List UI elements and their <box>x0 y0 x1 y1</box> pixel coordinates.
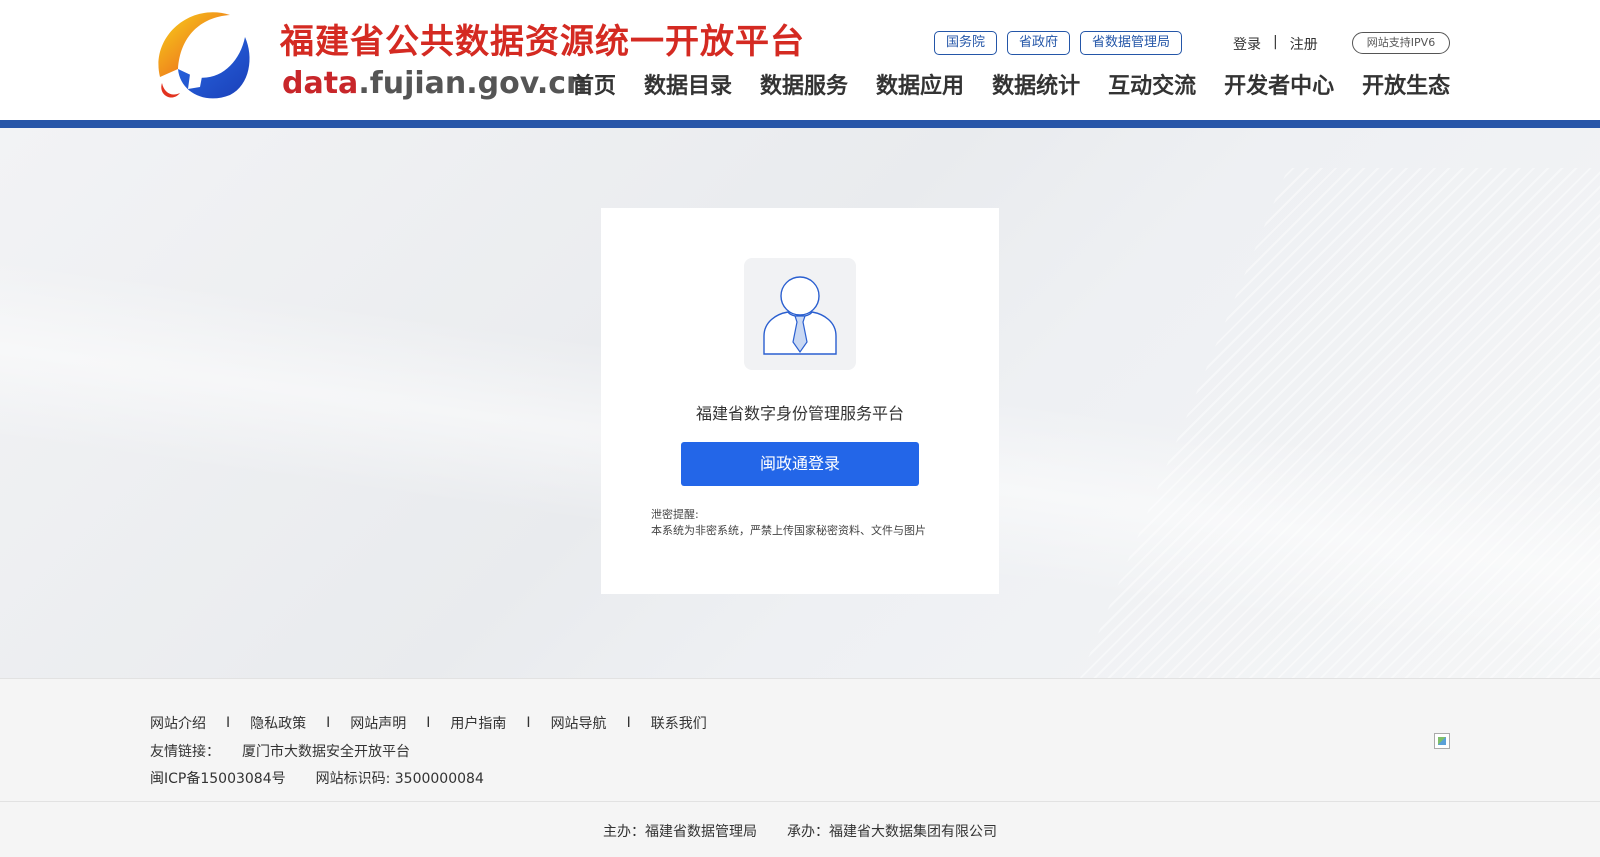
nav-data-statistics[interactable]: 数据统计 <box>992 68 1080 100</box>
host-organization: 主办：福建省数据管理局 <box>603 824 757 840</box>
nav-open-ecosystem[interactable]: 开放生态 <box>1362 68 1450 100</box>
footer-separator: I <box>226 715 231 731</box>
login-card: 福建省数字身份管理服务平台 闽政通登录 泄密提醒: 本系统为非密系统，严禁上传国… <box>601 208 999 594</box>
header-divider-bar <box>0 120 1600 128</box>
site-footer: 网站介绍 I 隐私政策 I 网站声明 I 用户指南 I 网站导航 I 联系我们 … <box>0 678 1600 802</box>
login-section: 福建省数字身份管理服务平台 闽政通登录 泄密提醒: 本系统为非密系统，严禁上传国… <box>0 128 1600 678</box>
site-code: 网站标识码: 3500000084 <box>315 771 484 787</box>
nav-data-services[interactable]: 数据服务 <box>760 68 848 100</box>
footer-link-site-nav[interactable]: 网站导航 <box>551 713 607 733</box>
nav-data-applications[interactable]: 数据应用 <box>876 68 964 100</box>
organizer: 承办：福建省大数据集团有限公司 <box>787 824 997 840</box>
user-icon <box>763 276 837 355</box>
footer-bottom: 主办：福建省数据管理局 承办：福建省大数据集团有限公司 <box>0 802 1600 857</box>
security-warning-text: 本系统为非密系统，严禁上传国家秘密资料、文件与图片 <box>651 524 926 537</box>
site-domain: data.fujian.gov.cn <box>282 66 587 101</box>
main-nav: 首页 数据目录 数据服务 数据应用 数据统计 互动交流 开发者中心 开放生态 <box>572 68 1450 100</box>
footer-separator: I <box>326 715 331 731</box>
friend-links: 友情链接： 厦门市大数据安全开放平台 <box>150 741 410 761</box>
register-link[interactable]: 注册 <box>1290 34 1318 54</box>
sponsor-info: 主办：福建省数据管理局 承办：福建省大数据集团有限公司 <box>0 821 1600 841</box>
friend-links-label: 友情链接： <box>150 744 220 760</box>
nav-data-catalog[interactable]: 数据目录 <box>644 68 732 100</box>
nav-interaction[interactable]: 互动交流 <box>1108 68 1196 100</box>
top-links: 国务院 省政府 省数据管理局 <box>934 31 1183 55</box>
footer-link-privacy[interactable]: 隐私政策 <box>250 713 306 733</box>
friend-link-xiamen[interactable]: 厦门市大数据安全开放平台 <box>242 741 410 761</box>
nav-home[interactable]: 首页 <box>572 68 616 100</box>
footer-links: 网站介绍 I 隐私政策 I 网站声明 I 用户指南 I 网站导航 I 联系我们 <box>150 713 707 733</box>
top-link-provincial-government[interactable]: 省政府 <box>1007 31 1071 55</box>
footer-link-contact[interactable]: 联系我们 <box>651 713 707 733</box>
footer-link-about[interactable]: 网站介绍 <box>150 713 206 733</box>
icp-number[interactable]: 闽ICP备15003084号 <box>150 768 286 788</box>
auth-links: 登录 | 注册 <box>1233 34 1318 54</box>
minzhengtong-login-button[interactable]: 闽政通登录 <box>681 442 919 486</box>
security-warning-label: 泄密提醒: <box>651 508 699 521</box>
top-link-state-council[interactable]: 国务院 <box>934 31 998 55</box>
registration-info: 闽ICP备15003084号 网站标识码: 3500000084 <box>150 768 484 788</box>
site-header: 福建省公共数据资源统一开放平台 data.fujian.gov.cn 国务院 省… <box>0 0 1600 120</box>
site-title: 福建省公共数据资源统一开放平台 <box>280 22 805 62</box>
footer-separator: I <box>426 715 431 731</box>
footer-separator: I <box>526 715 531 731</box>
footer-link-statement[interactable]: 网站声明 <box>350 713 406 733</box>
footer-link-user-guide[interactable]: 用户指南 <box>450 713 506 733</box>
footer-badge-image[interactable] <box>1434 733 1450 749</box>
site-domain-prefix: data <box>282 66 359 101</box>
auth-separator: | <box>1273 34 1278 50</box>
site-domain-suffix: .fujian.gov.cn <box>358 66 588 101</box>
platform-title: 福建省数字身份管理服务平台 <box>695 404 904 423</box>
site-logo[interactable] <box>150 7 254 105</box>
login-link[interactable]: 登录 <box>1233 34 1261 54</box>
ipv6-badge: 网站支持IPV6 <box>1352 32 1450 54</box>
nav-developer-center[interactable]: 开发者中心 <box>1224 68 1334 100</box>
user-avatar <box>744 258 856 370</box>
top-link-data-bureau[interactable]: 省数据管理局 <box>1080 31 1183 55</box>
footer-separator: I <box>626 715 631 731</box>
